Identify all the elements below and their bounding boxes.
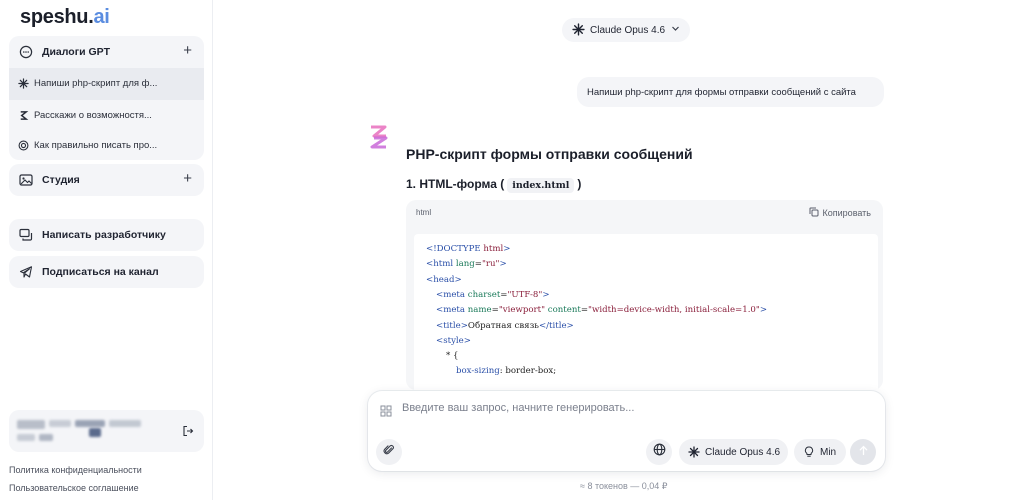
web-search-button[interactable]	[646, 439, 672, 465]
send-button[interactable]	[850, 439, 876, 465]
copy-icon	[809, 207, 819, 219]
code-line: <html lang="ru">	[426, 259, 507, 270]
sidebar: speshu.ai Диалоги GPT + Напиши php-скрип…	[0, 0, 213, 500]
assistant-logo-icon	[368, 124, 390, 150]
code-language: html	[416, 208, 432, 217]
terms-link[interactable]: Пользовательское соглашение	[9, 483, 139, 493]
copy-button[interactable]: Копировать	[809, 207, 871, 219]
code-line: <meta charset="UTF-8">	[436, 289, 550, 300]
code-line: <title>Обратная связь</title>	[436, 320, 574, 331]
subscribe-channel-button[interactable]: Подписаться на канал	[9, 256, 204, 288]
composer: Claude Opus 4.6 Min	[368, 391, 885, 471]
chevron-down-icon	[671, 24, 680, 33]
image-icon	[19, 173, 33, 187]
dialogs-group: Диалоги GPT + Напиши php-скрипт для ф...…	[9, 36, 204, 160]
chat-bubble-icon	[19, 45, 33, 59]
code-line: <!DOCTYPE html>	[426, 244, 511, 254]
dialog-item-label: Напиши php-скрипт для ф...	[34, 78, 158, 89]
telegram-icon	[19, 265, 33, 279]
model-selector-label: Claude Opus 4.6	[590, 25, 666, 36]
sonar-icon	[18, 110, 29, 121]
subscribe-channel-label: Подписаться на канал	[42, 266, 159, 278]
arrow-up-icon	[858, 443, 869, 461]
prompt-input[interactable]	[402, 402, 842, 414]
code-content: <!DOCTYPE html> <html lang="ru"> <head> <me…	[414, 234, 878, 390]
dialog-item-label: Как правильно писать про...	[34, 140, 158, 151]
app-logo[interactable]: speshu.ai	[20, 6, 110, 29]
claude-icon	[688, 446, 700, 458]
code-line: box-sizing: border-box;	[456, 366, 557, 377]
dialog-item[interactable]: Расскажи о возможностя...	[9, 100, 204, 132]
studio-plus-icon[interactable]: +	[183, 171, 192, 186]
answer-section-heading: 1. HTML-форма (index.html)	[406, 177, 582, 193]
model-chip[interactable]: Claude Opus 4.6	[679, 439, 788, 465]
dialog-item[interactable]: Как правильно писать про...	[9, 130, 204, 162]
logout-icon[interactable]	[182, 424, 194, 437]
dialog-item-label: Расскажи о возможностя...	[34, 110, 152, 121]
studio-group[interactable]: Студия +	[9, 164, 204, 196]
message-icon	[19, 228, 33, 242]
mode-chip-label: Min	[820, 447, 837, 458]
code-block: html Копировать <!DOCTYPE html> <html lan…	[406, 200, 883, 390]
user-message: Напиши php-скрипт для формы отправки соо…	[577, 77, 884, 107]
model-chip-label: Claude Opus 4.6	[705, 447, 781, 458]
mode-chip[interactable]: Min	[794, 439, 846, 465]
dialog-item[interactable]: Напиши php-скрипт для ф...	[9, 68, 204, 100]
dialogs-header[interactable]: Диалоги GPT +	[9, 36, 204, 68]
code-line: <head>	[426, 274, 462, 285]
privacy-link[interactable]: Политика конфиденциальности	[9, 465, 142, 475]
studio-title: Студия	[42, 174, 80, 186]
user-card[interactable]	[9, 410, 204, 452]
code-line: <style>	[436, 335, 471, 346]
new-dialog-plus-icon[interactable]: +	[183, 43, 192, 58]
code-line: * {	[446, 351, 459, 362]
claude-icon	[18, 78, 29, 89]
grid-icon[interactable]	[380, 404, 392, 417]
lightbulb-icon	[803, 446, 815, 458]
inline-code: index.html	[507, 178, 575, 193]
paperclip-icon	[383, 443, 395, 461]
write-developer-button[interactable]: Написать разработчику	[9, 219, 204, 251]
answer-title: PHP-скрипт формы отправки сообщений	[406, 146, 693, 162]
dialogs-title: Диалоги GPT	[42, 46, 111, 58]
claude-icon	[572, 23, 585, 36]
openai-icon	[18, 140, 29, 151]
copy-label: Копировать	[822, 208, 871, 218]
attach-button[interactable]	[376, 439, 402, 465]
token-estimate: ≈ 8 токенов — 0,04 ₽	[580, 481, 668, 491]
avatar	[17, 420, 45, 429]
write-developer-label: Написать разработчику	[42, 229, 166, 241]
code-line: <meta name="viewport" content="width=dev…	[436, 305, 768, 316]
globe-icon	[653, 443, 666, 461]
studio-header[interactable]: Студия +	[9, 164, 204, 196]
model-selector[interactable]: Claude Opus 4.6	[562, 18, 690, 42]
